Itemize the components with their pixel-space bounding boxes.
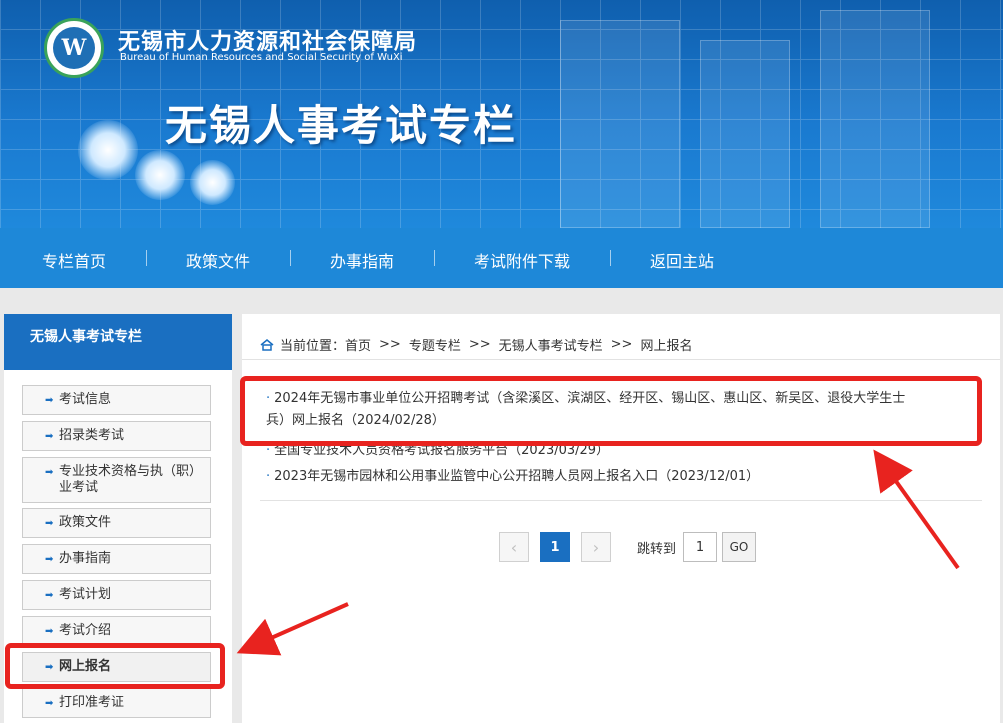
bullet-icon: · bbox=[266, 469, 271, 484]
breadcrumb-link-column[interactable]: 无锡人事考试专栏 bbox=[499, 335, 603, 354]
nav-separator bbox=[290, 250, 291, 266]
highlight-box-list-item bbox=[240, 376, 982, 446]
list-item-title: 2023年无锡市园林和公用事业监管中心公开招聘人员网上报名入口（2023/12/… bbox=[274, 469, 760, 484]
main-nav: 专栏首页 政策文件 办事指南 考试附件下载 返回主站 bbox=[0, 228, 1003, 288]
double-arrow-icon: ➡ bbox=[45, 467, 54, 478]
sidebar-item-guide[interactable]: ➡ 办事指南 bbox=[22, 544, 211, 574]
spotlight-decoration bbox=[190, 160, 235, 205]
sidebar-item-label: 办事指南 bbox=[59, 551, 112, 566]
pagination-prev-button[interactable]: ‹ bbox=[499, 532, 529, 562]
sidebar-item-label: 考试信息 bbox=[59, 392, 112, 407]
sidebar-item-print-admission-ticket[interactable]: ➡ 打印准考证 bbox=[22, 688, 211, 718]
breadcrumb-link-topics[interactable]: 专题专栏 bbox=[409, 335, 461, 354]
nav-separator bbox=[434, 250, 435, 266]
sidebar-item-exam-intro[interactable]: ➡ 考试介绍 bbox=[22, 616, 211, 646]
nav-item-policy[interactable]: 政策文件 bbox=[186, 248, 250, 272]
sidebar-item-label: 考试介绍 bbox=[59, 623, 112, 638]
banner-building-decoration bbox=[700, 40, 790, 228]
banner-building-decoration bbox=[560, 20, 680, 228]
breadcrumb-separator: >> bbox=[468, 337, 491, 352]
breadcrumb-prefix: 当前位置： bbox=[280, 339, 346, 354]
sidebar-item-label: 政策文件 bbox=[59, 515, 112, 530]
breadcrumb-current: 网上报名 bbox=[640, 339, 693, 354]
sidebar-item-label: 专业技术资格与执（职）业考试 bbox=[59, 464, 203, 495]
double-arrow-icon: ➡ bbox=[45, 518, 54, 529]
sidebar-item-recruitment-exams[interactable]: ➡ 招录类考试 bbox=[22, 421, 211, 451]
highlight-box-online-registration bbox=[5, 643, 225, 689]
nav-item-home[interactable]: 专栏首页 bbox=[42, 248, 106, 272]
double-arrow-icon: ➡ bbox=[45, 395, 54, 406]
jump-page-input[interactable] bbox=[683, 532, 717, 562]
sidebar-item-label: 考试计划 bbox=[59, 587, 112, 602]
breadcrumb: 当前位置： 首页 >> 专题专栏 >> 无锡人事考试专栏 >> 网上报名 bbox=[242, 314, 1000, 360]
pagination-current-page[interactable]: 1 bbox=[540, 532, 570, 562]
nav-item-main-site[interactable]: 返回主站 bbox=[650, 248, 714, 272]
double-arrow-icon: ➡ bbox=[45, 698, 54, 709]
spotlight-decoration bbox=[135, 150, 185, 200]
breadcrumb-separator: >> bbox=[379, 337, 401, 352]
nav-separator bbox=[146, 250, 147, 266]
pagination-next-button[interactable]: › bbox=[581, 532, 611, 562]
nav-separator bbox=[610, 250, 611, 266]
sidebar-item-label: 打印准考证 bbox=[59, 695, 125, 710]
org-name-en: Bureau of Human Resources and Social Sec… bbox=[120, 52, 403, 63]
sidebar-item-exam-info[interactable]: ➡ 考试信息 bbox=[22, 385, 211, 415]
sidebar-item-label: 招录类考试 bbox=[59, 428, 125, 443]
list-item-2023-garden-recruitment[interactable]: · 2023年无锡市园林和公用事业监管中心公开招聘人员网上报名入口（2023/12… bbox=[266, 466, 759, 488]
home-icon bbox=[260, 338, 274, 351]
spotlight-decoration bbox=[78, 120, 138, 180]
double-arrow-icon: ➡ bbox=[45, 590, 54, 601]
double-arrow-icon: ➡ bbox=[45, 431, 54, 442]
nav-item-downloads[interactable]: 考试附件下载 bbox=[474, 248, 570, 272]
go-button[interactable]: GO bbox=[722, 532, 756, 562]
banner-title: 无锡人事考试专栏 bbox=[165, 101, 518, 150]
bureau-logo[interactable]: W bbox=[44, 18, 104, 78]
list-divider bbox=[260, 500, 982, 501]
breadcrumb-link-home[interactable]: 首页 bbox=[345, 335, 371, 354]
double-arrow-icon: ➡ bbox=[45, 626, 54, 637]
sidebar-item-policy-documents[interactable]: ➡ 政策文件 bbox=[22, 508, 211, 538]
double-arrow-icon: ➡ bbox=[45, 554, 54, 565]
sidebar-title: 无锡人事考试专栏 bbox=[4, 314, 232, 370]
nav-item-guide[interactable]: 办事指南 bbox=[330, 248, 394, 272]
banner-building-decoration bbox=[820, 10, 930, 228]
sidebar-item-professional-qualification[interactable]: ➡ 专业技术资格与执（职）业考试 bbox=[22, 457, 211, 503]
jump-to-label: 跳转到 bbox=[637, 542, 677, 557]
breadcrumb-separator: >> bbox=[610, 337, 633, 352]
header-banner: W 无锡市人力资源和社会保障局 Bureau of Human Resource… bbox=[0, 0, 1003, 228]
sidebar-item-exam-plan[interactable]: ➡ 考试计划 bbox=[22, 580, 211, 610]
